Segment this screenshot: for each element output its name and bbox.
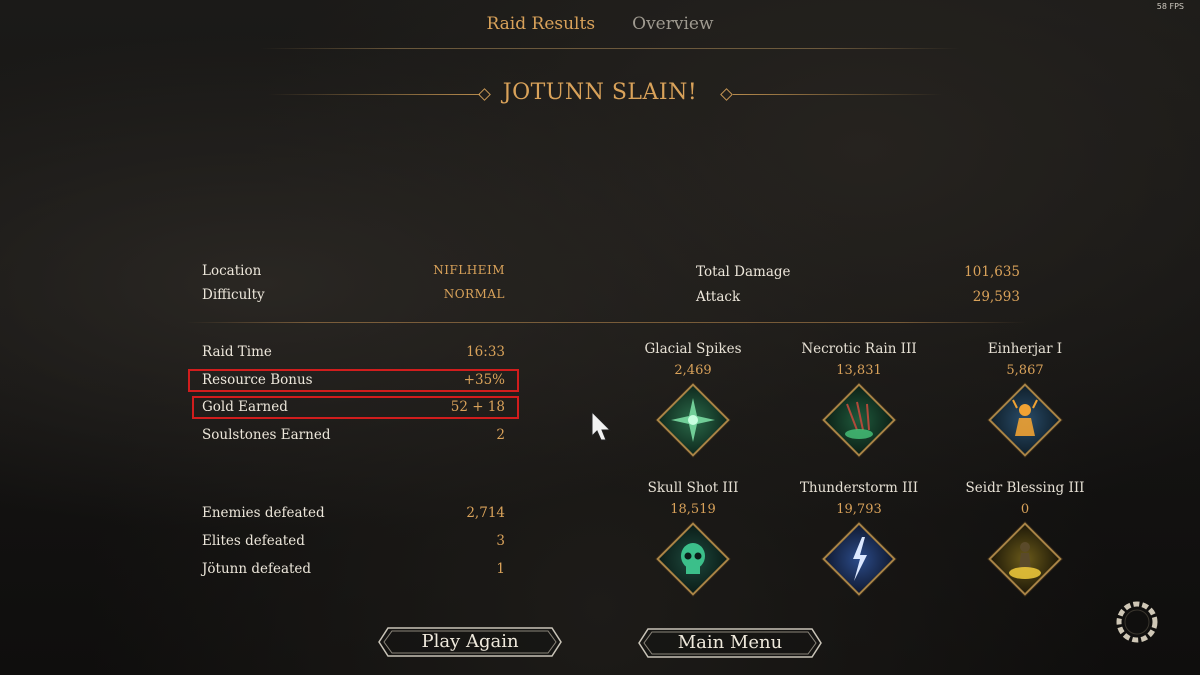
stat-value: +35%: [463, 372, 505, 388]
stat-soulstones-earned: Soulstones Earned 2: [202, 427, 505, 447]
result-banner: JOTUNN SLAIN!: [0, 80, 1200, 110]
stat-enemies-defeated: Enemies defeated 2,714: [202, 505, 505, 525]
stat-difficulty: Difficulty NORMAL: [202, 287, 505, 307]
ability-name: Necrotic Rain III: [801, 341, 917, 357]
glacial-spikes-icon: [656, 383, 730, 457]
fps-counter: 58 FPS: [1156, 2, 1184, 11]
stat-label: Gold Earned: [202, 399, 288, 415]
play-again-label: Play Again: [421, 631, 519, 652]
stat-location: Location NIFLHEIM: [202, 263, 505, 283]
ability-damage: 13,831: [836, 363, 882, 378]
ability-necrotic-rain[interactable]: Necrotic Rain III 13,831: [769, 341, 949, 457]
stat-label: Total Damage: [696, 264, 791, 280]
seidr-blessing-icon: [988, 522, 1062, 596]
ability-einherjar[interactable]: Einherjar I 5,867: [935, 341, 1115, 457]
ability-damage: 18,519: [670, 502, 716, 517]
play-again-button[interactable]: Play Again: [378, 627, 562, 657]
necrotic-rain-icon: [822, 383, 896, 457]
stat-jotunn-defeated: Jötunn defeated 1: [202, 561, 505, 581]
stat-value: NIFLHEIM: [433, 263, 505, 277]
ability-damage: 5,867: [1006, 363, 1044, 378]
stat-value: NORMAL: [443, 287, 505, 301]
loading-ring-icon: [1116, 601, 1158, 643]
ability-name: Seidr Blessing III: [965, 480, 1085, 496]
ability-name: Einherjar I: [987, 341, 1063, 357]
thunderstorm-icon: [822, 522, 896, 596]
ability-damage: 19,793: [836, 502, 882, 517]
skull-shot-icon: [656, 522, 730, 596]
main-menu-button[interactable]: Main Menu: [638, 628, 822, 658]
stat-label: Enemies defeated: [202, 505, 325, 521]
ability-thunderstorm[interactable]: Thunderstorm III 19,793: [769, 480, 949, 596]
stat-value: 16:33: [466, 344, 505, 360]
stat-value: 101,635: [964, 264, 1020, 280]
ability-damage: 0: [1020, 502, 1030, 517]
stat-elites-defeated: Elites defeated 3: [202, 533, 505, 553]
stat-value: 2,714: [466, 505, 505, 521]
ability-glacial-spikes[interactable]: Glacial Spikes 2,469: [603, 341, 783, 457]
stat-value: 3: [496, 533, 505, 549]
stat-raid-time: Raid Time 16:33: [202, 344, 505, 364]
ability-damage: 2,469: [674, 363, 712, 378]
ability-name: Thunderstorm III: [799, 480, 919, 496]
banner-title: JOTUNN SLAIN!: [502, 80, 698, 105]
ability-skull-shot[interactable]: Skull Shot III 18,519: [603, 480, 783, 596]
stat-label: Elites defeated: [202, 533, 305, 549]
mouse-cursor-icon: [591, 410, 612, 441]
tab-divider: [260, 48, 960, 49]
ability-name: Glacial Spikes: [644, 341, 742, 357]
stat-label: Location: [202, 263, 262, 279]
stat-label: Resource Bonus: [202, 372, 313, 388]
ability-seidr-blessing[interactable]: Seidr Blessing III 0: [935, 480, 1115, 596]
stat-label: Soulstones Earned: [202, 427, 331, 443]
stat-value: 2: [496, 427, 505, 443]
stat-value: 29,593: [972, 289, 1020, 305]
stat-value: 1: [496, 561, 505, 577]
stat-value: 52 + 18: [450, 399, 505, 415]
stat-label: Difficulty: [202, 287, 265, 303]
tab-raid-results[interactable]: Raid Results: [486, 14, 595, 34]
stat-label: Jötunn defeated: [202, 561, 312, 577]
stat-label: Raid Time: [202, 344, 272, 360]
main-menu-label: Main Menu: [677, 632, 783, 653]
einherjar-icon: [988, 383, 1062, 457]
stat-label: Attack: [696, 289, 741, 305]
tab-bar: Raid Results Overview: [0, 14, 1200, 34]
section-divider: [186, 322, 1026, 323]
stat-gold-earned: Gold Earned 52 + 18: [202, 399, 505, 419]
stat-attack: Attack 29,593: [696, 289, 1020, 309]
tab-overview[interactable]: Overview: [632, 14, 713, 34]
stat-total-damage: Total Damage 101,635: [696, 264, 1020, 284]
ability-name: Skull Shot III: [647, 480, 739, 496]
stat-resource-bonus: Resource Bonus +35%: [202, 372, 505, 392]
banner-rule-right: [733, 94, 943, 95]
